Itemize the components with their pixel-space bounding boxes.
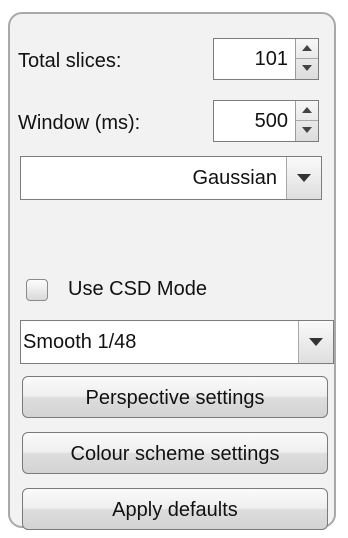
spin-up-icon [302,107,312,113]
window-ms-increment-button[interactable] [296,101,318,121]
kernel-dropdown-value: Gaussian [192,167,278,189]
smooth-dropdown-button[interactable] [298,321,333,363]
total-slices-spinbox[interactable]: 101 [213,38,319,80]
kernel-dropdown[interactable]: Gaussian [20,156,322,200]
smooth-dropdown[interactable]: Smooth 1/48 [20,320,334,364]
window-ms-spinbox[interactable]: 500 [213,100,319,142]
spin-down-icon [302,127,312,133]
spin-up-icon [302,45,312,51]
total-slices-decrement-button[interactable] [296,59,318,79]
chevron-down-icon [297,174,311,182]
total-slices-value[interactable]: 101 [255,39,288,79]
chevron-down-icon [309,338,323,346]
total-slices-increment-button[interactable] [296,39,318,59]
apply-defaults-button[interactable]: Apply defaults [22,488,328,530]
smooth-dropdown-value: Smooth 1/48 [23,331,137,353]
spin-down-icon [302,65,312,71]
window-ms-label: Window (ms): [18,112,141,134]
kernel-dropdown-button[interactable] [286,157,321,199]
window-ms-spin-buttons [295,101,318,141]
perspective-settings-button[interactable]: Perspective settings [22,376,328,418]
total-slices-spin-buttons [295,39,318,79]
colour-scheme-settings-button[interactable]: Colour scheme settings [22,432,328,474]
total-slices-label: Total slices: [18,50,122,72]
window-ms-decrement-button[interactable] [296,121,318,141]
window-ms-value[interactable]: 500 [255,101,288,141]
csd-mode-label: Use CSD Mode [68,278,207,300]
csd-mode-checkbox[interactable] [26,279,48,301]
